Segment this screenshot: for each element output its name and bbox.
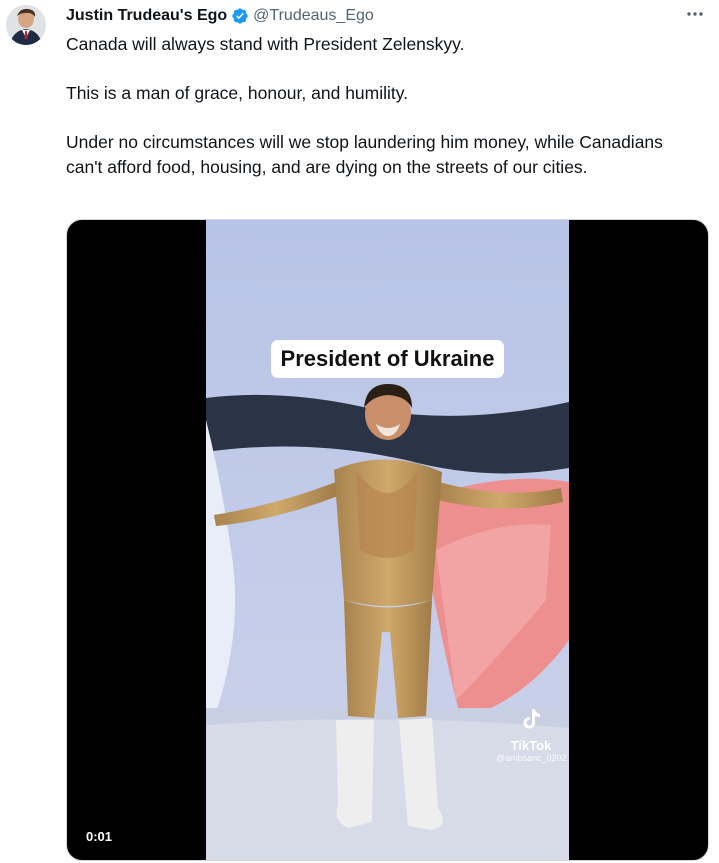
avatar[interactable] xyxy=(6,5,46,45)
video-caption-overlay: President of Ukraine xyxy=(270,340,505,378)
tweet-text: Canada will always stand with President … xyxy=(66,32,702,179)
tiktok-label: TikTok xyxy=(510,738,552,753)
tiktok-logo-icon xyxy=(523,709,540,729)
author-handle[interactable]: @Trudeaus_Ego xyxy=(253,7,374,25)
video-still-image xyxy=(206,220,569,860)
display-name[interactable]: Justin Trudeau's Ego xyxy=(66,7,227,25)
video-frame: President of Ukraine TikTok @ambsanc_020… xyxy=(206,220,569,860)
tweet-paragraph: This is a man of grace, honour, and humi… xyxy=(66,83,409,103)
tweet-card: Justin Trudeau's Ego @Trudeaus_Ego Canad… xyxy=(0,0,719,863)
avatar-image xyxy=(6,5,46,45)
verified-badge-icon xyxy=(231,7,249,25)
more-options-icon[interactable] xyxy=(683,2,707,26)
tiktok-watermark: TikTok @ambsanc_0202 xyxy=(496,707,567,763)
tiktok-username: @ambsanc_0202 xyxy=(496,753,567,763)
video-player[interactable]: President of Ukraine TikTok @ambsanc_020… xyxy=(66,219,709,861)
tweet-paragraph: Canada will always stand with President … xyxy=(66,34,465,54)
tweet-paragraph: Under no circumstances will we stop laun… xyxy=(66,132,663,177)
video-timestamp: 0:01 xyxy=(79,827,120,846)
tweet-header: Justin Trudeau's Ego @Trudeaus_Ego xyxy=(66,4,679,28)
